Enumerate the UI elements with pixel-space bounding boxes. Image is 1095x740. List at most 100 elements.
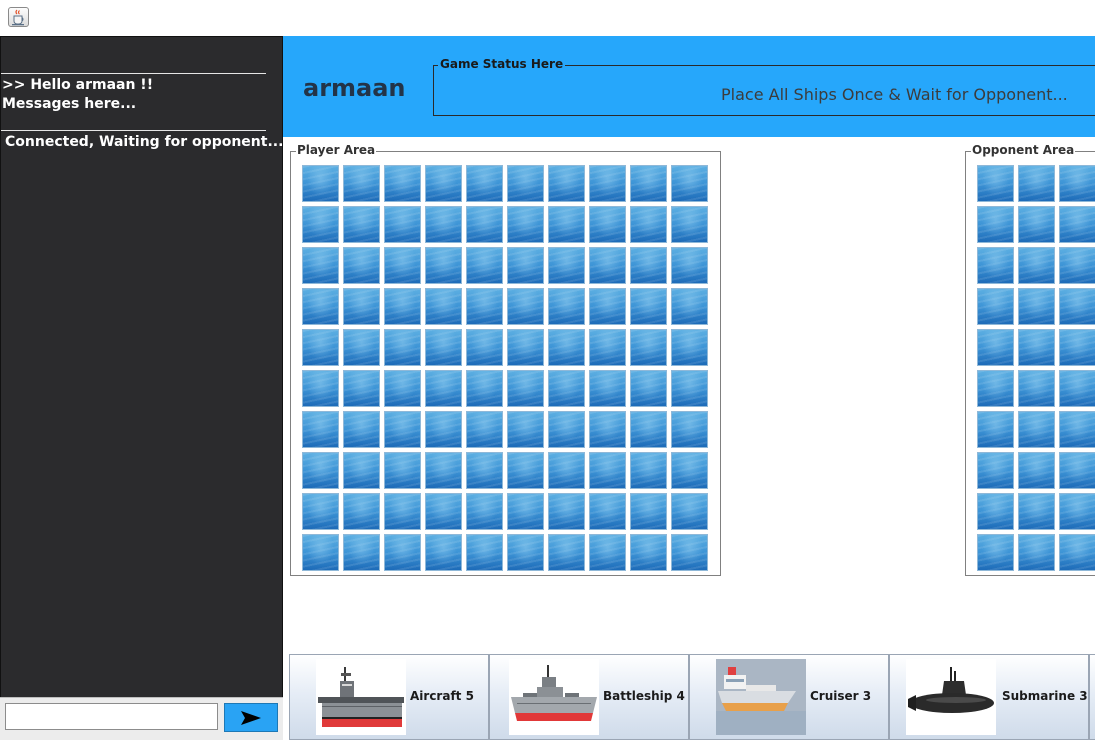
ship-button-aircraft[interactable]: Aircraft 5 (289, 654, 489, 740)
player-cell-5-5[interactable] (507, 370, 544, 407)
player-cell-5-3[interactable] (425, 370, 462, 407)
player-cell-9-8[interactable] (630, 534, 667, 571)
player-cell-0-8[interactable] (630, 165, 667, 202)
player-cell-0-2[interactable] (384, 165, 421, 202)
player-cell-8-9[interactable] (671, 493, 708, 530)
player-cell-9-3[interactable] (425, 534, 462, 571)
opponent-cell-2-1[interactable] (1018, 247, 1055, 284)
opponent-cell-2-2[interactable] (1059, 247, 1095, 284)
opponent-cell-1-0[interactable] (977, 206, 1014, 243)
player-cell-7-9[interactable] (671, 452, 708, 489)
player-cell-2-9[interactable] (671, 247, 708, 284)
player-cell-1-6[interactable] (548, 206, 585, 243)
player-cell-1-1[interactable] (343, 206, 380, 243)
opponent-cell-3-1[interactable] (1018, 288, 1055, 325)
player-cell-4-8[interactable] (630, 329, 667, 366)
ship-button-submarine[interactable]: Submarine 3 (889, 654, 1089, 740)
player-cell-1-9[interactable] (671, 206, 708, 243)
player-cell-5-2[interactable] (384, 370, 421, 407)
player-cell-0-7[interactable] (589, 165, 626, 202)
player-cell-5-8[interactable] (630, 370, 667, 407)
opponent-cell-3-0[interactable] (977, 288, 1014, 325)
player-cell-0-1[interactable] (343, 165, 380, 202)
player-cell-9-5[interactable] (507, 534, 544, 571)
player-cell-4-1[interactable] (343, 329, 380, 366)
opponent-cell-0-1[interactable] (1018, 165, 1055, 202)
player-cell-7-8[interactable] (630, 452, 667, 489)
opponent-cell-4-2[interactable] (1059, 329, 1095, 366)
player-cell-6-0[interactable] (302, 411, 339, 448)
send-button[interactable] (224, 703, 278, 732)
player-cell-8-3[interactable] (425, 493, 462, 530)
player-cell-7-5[interactable] (507, 452, 544, 489)
player-cell-3-4[interactable] (466, 288, 503, 325)
opponent-cell-5-2[interactable] (1059, 370, 1095, 407)
player-cell-9-1[interactable] (343, 534, 380, 571)
opponent-cell-3-2[interactable] (1059, 288, 1095, 325)
player-cell-6-4[interactable] (466, 411, 503, 448)
opponent-cell-6-1[interactable] (1018, 411, 1055, 448)
player-cell-1-3[interactable] (425, 206, 462, 243)
java-cup-icon[interactable] (8, 7, 29, 27)
ship-button-battleship[interactable]: Battleship 4 (489, 654, 689, 740)
player-cell-4-3[interactable] (425, 329, 462, 366)
player-cell-1-0[interactable] (302, 206, 339, 243)
player-cell-6-3[interactable] (425, 411, 462, 448)
player-cell-1-2[interactable] (384, 206, 421, 243)
player-cell-2-1[interactable] (343, 247, 380, 284)
player-cell-3-5[interactable] (507, 288, 544, 325)
opponent-cell-7-0[interactable] (977, 452, 1014, 489)
player-cell-8-8[interactable] (630, 493, 667, 530)
player-cell-0-4[interactable] (466, 165, 503, 202)
opponent-cell-5-1[interactable] (1018, 370, 1055, 407)
player-cell-6-5[interactable] (507, 411, 544, 448)
player-cell-2-6[interactable] (548, 247, 585, 284)
player-cell-3-0[interactable] (302, 288, 339, 325)
opponent-cell-6-0[interactable] (977, 411, 1014, 448)
opponent-cell-2-0[interactable] (977, 247, 1014, 284)
player-cell-9-2[interactable] (384, 534, 421, 571)
opponent-cell-9-0[interactable] (977, 534, 1014, 571)
opponent-cell-9-1[interactable] (1018, 534, 1055, 571)
player-cell-3-9[interactable] (671, 288, 708, 325)
player-cell-3-1[interactable] (343, 288, 380, 325)
player-cell-2-4[interactable] (466, 247, 503, 284)
player-cell-6-7[interactable] (589, 411, 626, 448)
player-cell-2-7[interactable] (589, 247, 626, 284)
opponent-cell-5-0[interactable] (977, 370, 1014, 407)
player-cell-8-0[interactable] (302, 493, 339, 530)
player-cell-3-7[interactable] (589, 288, 626, 325)
player-cell-5-7[interactable] (589, 370, 626, 407)
player-cell-4-2[interactable] (384, 329, 421, 366)
player-cell-9-7[interactable] (589, 534, 626, 571)
player-cell-1-4[interactable] (466, 206, 503, 243)
player-cell-2-5[interactable] (507, 247, 544, 284)
player-cell-1-5[interactable] (507, 206, 544, 243)
player-cell-6-9[interactable] (671, 411, 708, 448)
opponent-cell-0-2[interactable] (1059, 165, 1095, 202)
player-cell-2-8[interactable] (630, 247, 667, 284)
player-cell-6-1[interactable] (343, 411, 380, 448)
player-cell-4-7[interactable] (589, 329, 626, 366)
player-cell-9-6[interactable] (548, 534, 585, 571)
opponent-cell-8-1[interactable] (1018, 493, 1055, 530)
opponent-cell-7-1[interactable] (1018, 452, 1055, 489)
player-cell-8-5[interactable] (507, 493, 544, 530)
opponent-cell-6-2[interactable] (1059, 411, 1095, 448)
player-cell-4-4[interactable] (466, 329, 503, 366)
player-cell-8-1[interactable] (343, 493, 380, 530)
player-cell-8-7[interactable] (589, 493, 626, 530)
player-cell-1-8[interactable] (630, 206, 667, 243)
player-cell-6-8[interactable] (630, 411, 667, 448)
player-cell-7-0[interactable] (302, 452, 339, 489)
player-cell-4-9[interactable] (671, 329, 708, 366)
player-cell-0-0[interactable] (302, 165, 339, 202)
opponent-cell-7-2[interactable] (1059, 452, 1095, 489)
player-cell-5-1[interactable] (343, 370, 380, 407)
opponent-cell-0-0[interactable] (977, 165, 1014, 202)
player-cell-5-9[interactable] (671, 370, 708, 407)
opponent-cell-1-1[interactable] (1018, 206, 1055, 243)
player-cell-3-8[interactable] (630, 288, 667, 325)
player-cell-0-9[interactable] (671, 165, 708, 202)
player-cell-7-6[interactable] (548, 452, 585, 489)
